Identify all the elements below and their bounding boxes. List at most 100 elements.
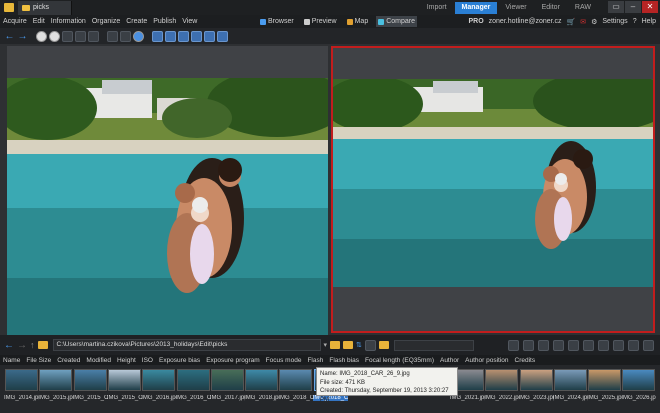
photo-left bbox=[7, 78, 328, 350]
thumbnail[interactable]: IMG_2018.jpg bbox=[244, 369, 279, 401]
thumbnail-label: IMG_2018_C... bbox=[278, 395, 314, 401]
view-mode-icon[interactable] bbox=[364, 339, 376, 351]
column-focal-length-eq35mm-[interactable]: Focal length (EQ35mm) bbox=[365, 357, 434, 364]
column-height[interactable]: Height bbox=[117, 357, 136, 364]
thumbnail-image bbox=[519, 369, 553, 391]
column-author-position[interactable]: Author position bbox=[465, 357, 508, 364]
menu-publish[interactable]: Publish bbox=[150, 18, 179, 25]
view-browser-button[interactable]: Browser bbox=[258, 16, 296, 27]
menu-information[interactable]: Information bbox=[48, 18, 89, 25]
layout-1-icon[interactable] bbox=[152, 30, 163, 42]
column-name[interactable]: Name bbox=[3, 357, 20, 364]
help-icon[interactable]: ? bbox=[633, 18, 637, 25]
sort-icon[interactable]: ⇅ bbox=[356, 341, 362, 349]
thumbnail[interactable]: IMG_2015_C... bbox=[107, 369, 142, 401]
cart-icon[interactable]: 🛒 bbox=[567, 18, 576, 26]
grid-icon[interactable] bbox=[523, 339, 534, 351]
browse-folder-icon[interactable] bbox=[343, 341, 354, 349]
zoom-fit-icon[interactable] bbox=[88, 30, 99, 42]
menu-acquire[interactable]: Acquire bbox=[0, 18, 30, 25]
column-flash-bias[interactable]: Flash bias bbox=[329, 357, 359, 364]
image-icon[interactable] bbox=[107, 30, 118, 42]
email-icon[interactable] bbox=[553, 339, 564, 351]
back-arrow-icon[interactable]: ← bbox=[4, 31, 15, 42]
share-icon[interactable] bbox=[598, 339, 609, 351]
actual-size-icon[interactable] bbox=[62, 30, 73, 42]
thumbnail[interactable]: IMG_2015_C... bbox=[73, 369, 108, 401]
thumbnail[interactable]: IMG_2015.jpg bbox=[38, 369, 73, 401]
help-label[interactable]: Help bbox=[642, 18, 656, 25]
mode-tab-raw[interactable]: RAW bbox=[568, 2, 598, 14]
thumbnail[interactable]: IMG_2026.jpg bbox=[621, 369, 656, 401]
layout-5-icon[interactable] bbox=[204, 30, 215, 42]
thumbnail[interactable]: IMG_2017.jpg bbox=[210, 369, 245, 401]
menu-organize[interactable]: Organize bbox=[89, 18, 123, 25]
compare-pane-right[interactable] bbox=[331, 46, 655, 333]
column-author[interactable]: Author bbox=[440, 357, 459, 364]
mode-tab-manager[interactable]: Manager bbox=[454, 2, 498, 14]
column-exposure-program[interactable]: Exposure program bbox=[206, 357, 259, 364]
layout-2-icon[interactable] bbox=[165, 30, 176, 42]
compare-pane-left[interactable] bbox=[7, 46, 328, 350]
column-flash[interactable]: Flash bbox=[307, 357, 323, 364]
path-dropdown-icon[interactable]: ▾ bbox=[324, 341, 328, 349]
path-field[interactable]: C:\Users\martina.czikova\Pictures\2013_h… bbox=[52, 339, 321, 351]
column-credits[interactable]: Credits bbox=[515, 357, 536, 364]
account-email[interactable]: zoner.hotline@zoner.cz bbox=[489, 18, 562, 25]
column-modified[interactable]: Modified bbox=[86, 357, 111, 364]
column-exposure-bias[interactable]: Exposure bias bbox=[159, 357, 200, 364]
export-icon[interactable] bbox=[613, 339, 624, 351]
thumbnail[interactable]: IMG_2016.jpg bbox=[141, 369, 176, 401]
nav-back-icon[interactable]: ← bbox=[4, 340, 14, 351]
column-header: Name File Size Created Modified Height ISO Exp… bbox=[0, 355, 660, 365]
gear-icon[interactable]: ⚙ bbox=[591, 18, 597, 26]
print-icon[interactable] bbox=[538, 339, 549, 351]
thumbnail[interactable]: IMG_2023.jpg bbox=[519, 369, 554, 401]
thumbnail[interactable]: IMG_2022.jpg bbox=[484, 369, 519, 401]
layout-grid-icon[interactable] bbox=[217, 30, 228, 42]
new-folder-icon[interactable] bbox=[330, 341, 341, 349]
mode-tab-viewer[interactable]: Viewer bbox=[498, 2, 533, 14]
search-input[interactable] bbox=[393, 339, 474, 351]
view-preview-button[interactable]: Preview bbox=[302, 16, 339, 27]
column-focus-mode[interactable]: Focus mode bbox=[266, 357, 302, 364]
fit-icon[interactable] bbox=[75, 30, 86, 42]
edit-icon[interactable] bbox=[568, 339, 579, 351]
layout-3-icon[interactable] bbox=[178, 30, 189, 42]
menu-edit[interactable]: Edit bbox=[30, 18, 48, 25]
thumbnail[interactable]: IMG_2025.jpg bbox=[587, 369, 622, 401]
view-map-button[interactable]: Map bbox=[345, 16, 371, 27]
view-compare-button[interactable]: Compare bbox=[376, 16, 418, 27]
compare-sync-icon[interactable] bbox=[120, 30, 131, 42]
info-icon[interactable] bbox=[133, 30, 144, 42]
close-button[interactable]: ✕ bbox=[642, 1, 658, 13]
nav-forward-icon[interactable]: → bbox=[17, 340, 27, 351]
rotate-icon[interactable] bbox=[628, 339, 639, 351]
notification-icon[interactable]: ✉ bbox=[580, 18, 586, 26]
tab-picks[interactable]: picks bbox=[18, 0, 72, 15]
layout-4-icon[interactable] bbox=[191, 30, 202, 42]
forward-arrow-icon[interactable]: → bbox=[17, 31, 28, 42]
thumbnail[interactable]: IMG_2024.jpg bbox=[553, 369, 588, 401]
group-icon[interactable] bbox=[508, 339, 519, 351]
mode-tab-editor[interactable]: Editor bbox=[535, 2, 567, 14]
column-file-size[interactable]: File Size bbox=[26, 357, 51, 364]
zoom-out-icon[interactable] bbox=[49, 30, 60, 42]
thumbnail[interactable]: IMG_2014.jpg bbox=[4, 369, 39, 401]
thumbnail[interactable]: IMG_2018_C... bbox=[278, 369, 313, 401]
menu-create[interactable]: Create bbox=[123, 18, 150, 25]
column-iso[interactable]: ISO bbox=[142, 357, 153, 364]
more-icon[interactable] bbox=[643, 339, 654, 351]
folder-2-icon[interactable] bbox=[378, 341, 389, 349]
mode-tab-import[interactable]: Import bbox=[420, 2, 454, 14]
settings-label[interactable]: Settings bbox=[602, 18, 627, 25]
thumbnail-label: IMG_2018.jpg bbox=[244, 395, 280, 401]
column-created[interactable]: Created bbox=[57, 357, 80, 364]
zoom-in-icon[interactable] bbox=[36, 30, 47, 42]
monitor-icon[interactable]: ▭ bbox=[608, 1, 624, 13]
thumbnail[interactable]: IMG_2016_C... bbox=[176, 369, 211, 401]
menu-view[interactable]: View bbox=[179, 18, 200, 25]
minimize-button[interactable]: – bbox=[625, 1, 641, 13]
nav-up-icon[interactable]: ↑ bbox=[30, 340, 35, 350]
publish-icon[interactable] bbox=[583, 339, 594, 351]
